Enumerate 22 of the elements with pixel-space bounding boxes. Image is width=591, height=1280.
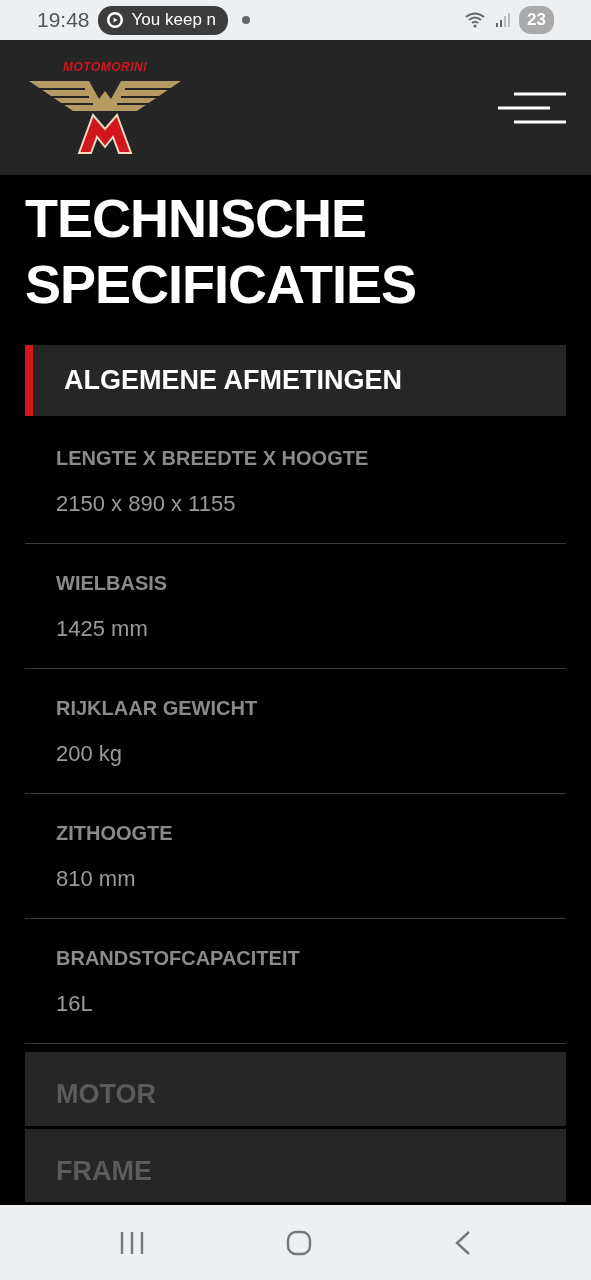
page-title: TECHNISCHE SPECIFICATIES	[24, 187, 418, 316]
spec-label: RIJKLAAR GEWICHT	[56, 696, 259, 722]
spec-value: 810 mm	[56, 865, 137, 894]
status-time: 19:48	[37, 7, 90, 34]
spec-value: 200 kg	[56, 740, 124, 769]
spec-value: 1425 mm	[56, 615, 149, 644]
signal-icon	[495, 12, 512, 28]
spec-label: BRANDSTOFCAPACITEIT	[56, 946, 301, 972]
section-header[interactable]: ALGEMENE AFMETINGEN	[25, 345, 566, 417]
notification-dot	[242, 16, 250, 24]
spec-value: 2150 x 890 x 1155	[56, 490, 237, 519]
spec-label: WIELBASIS	[56, 571, 169, 597]
battery-level: 23	[519, 6, 554, 34]
home-icon[interactable]	[286, 1229, 313, 1256]
recent-apps-icon[interactable]	[118, 1230, 145, 1255]
spec-label: LENGTE X BREEDTE X HOOGTE	[56, 446, 370, 472]
notification-chip[interactable]: You keep n	[97, 5, 228, 35]
play-icon	[105, 11, 124, 29]
logo-text: MOTOMORINI	[62, 60, 148, 73]
spec-label: ZITHOOGTE	[56, 821, 174, 847]
menu-icon[interactable]	[498, 91, 566, 124]
spec-value: 16L	[56, 990, 94, 1019]
